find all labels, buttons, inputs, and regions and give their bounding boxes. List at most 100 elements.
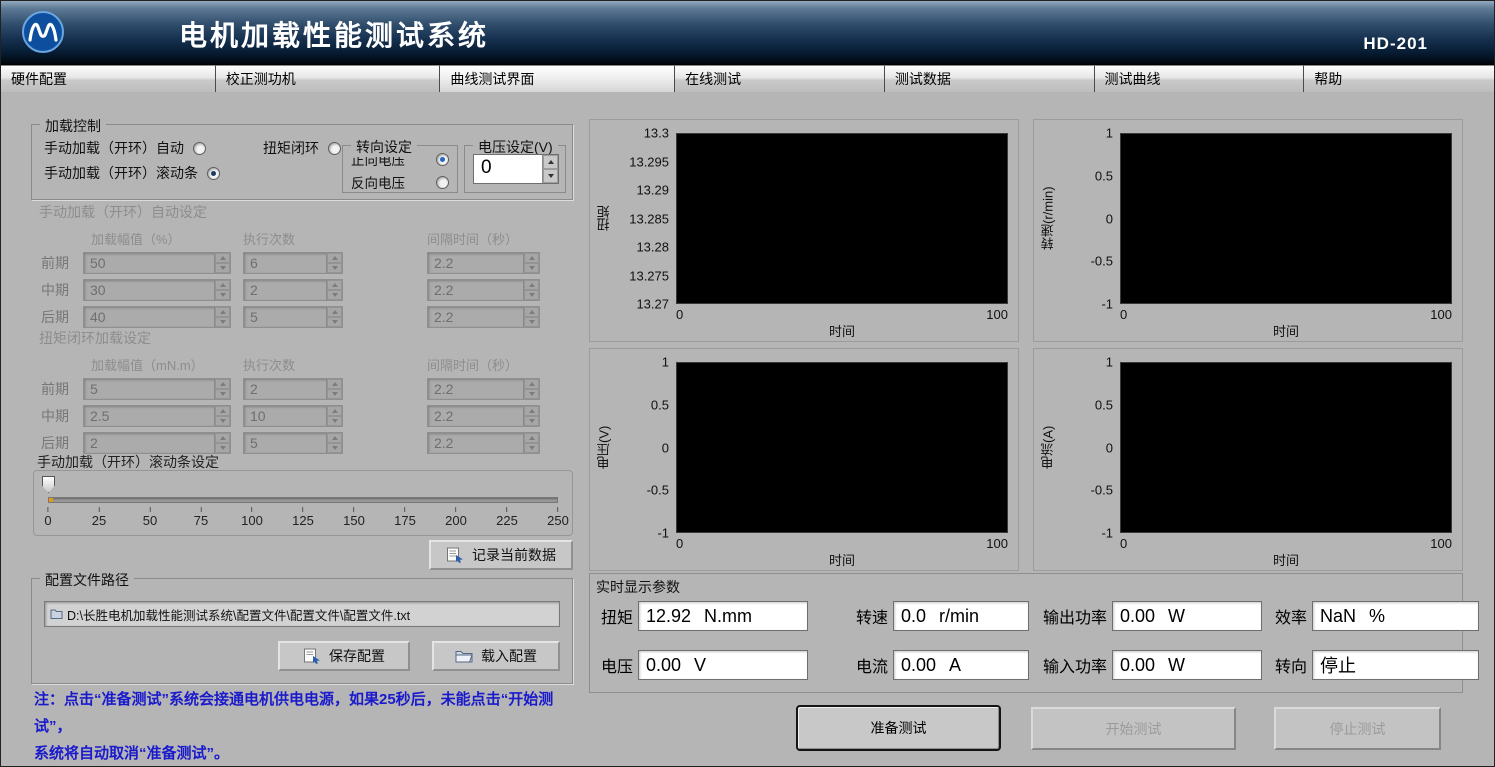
realtime-row: 电压 0.00V 电流 0.00A 输入功率 0.00W 转向 停止 (597, 650, 1479, 680)
record-data-icon (446, 547, 464, 563)
interval-field: 2.2 (427, 405, 540, 427)
radio-manual-auto[interactable]: 手动加载（开环）自动 (44, 138, 206, 158)
record-data-button[interactable]: 记录当前数据 (429, 540, 573, 570)
y-axis-label: 电压(V) (592, 362, 616, 533)
config-path-group: 配置文件路径 D:\长胜电机加载性能测试系统\配置文件\配置文件\配置文件.tx… (31, 578, 573, 684)
tab-test-data[interactable]: 测试数据 (885, 65, 1095, 92)
field-value-box: 0.00V (638, 650, 808, 680)
x-axis-ticks: 0100 (1120, 304, 1452, 321)
spinner-icon (326, 433, 342, 453)
x-axis-ticks: 0100 (676, 304, 1008, 321)
control-panel: 加载控制 手动加载（开环）自动 手动加载（开环）滚动条 扭矩闭环 转向设定 正向… (31, 116, 576, 764)
field-speed: 转速 0.0r/min (852, 601, 1029, 631)
note-line-1: 注：点击“准备测试”系统会接通电机供电电源，如果25秒后，未能点击“开始测试”， (34, 686, 576, 740)
spinner-icon (214, 307, 230, 327)
radio-label: 手动加载（开环）滚动条 (44, 163, 198, 183)
radio-manual-slider[interactable]: 手动加载（开环）滚动条 (44, 163, 220, 183)
x-axis-ticks: 0100 (1120, 533, 1452, 550)
field-output-power: 输出功率 0.00W (1043, 601, 1262, 631)
y-axis-ticks: 10.50-0.5-1 (616, 362, 676, 533)
y-axis-ticks: 13.313.29513.2913.28513.2813.27513.27 (616, 133, 676, 304)
spinner-icon (214, 379, 230, 399)
note-text: 注：点击“准备测试”系统会接通电机供电电源，如果25秒后，未能点击“开始测试”，… (34, 686, 576, 767)
radio-circle-icon[interactable] (436, 176, 449, 189)
field-label: 转速 (852, 604, 893, 628)
field-label: 输出功率 (1043, 604, 1112, 628)
amplitude-field: 40 (83, 306, 231, 328)
radio-circle-icon[interactable] (207, 167, 220, 180)
spinner-icon (523, 253, 539, 273)
voltage-value[interactable]: 0 (474, 155, 542, 183)
spinner-icon (326, 379, 342, 399)
radio-circle-icon[interactable] (436, 153, 449, 166)
radio-torque-loop[interactable]: 扭矩闭环 (263, 138, 341, 158)
prepare-test-button[interactable]: 准备测试 (796, 705, 1001, 751)
row-label: 前期 (31, 379, 83, 399)
tab-hardware-config[interactable]: 硬件配置 (1, 65, 216, 92)
x-axis-ticks: 0100 (676, 533, 1008, 550)
voltage-input[interactable]: 0 (473, 154, 559, 184)
field-value-box: 0.0r/min (893, 601, 1029, 631)
load-control-group: 加载控制 手动加载（开环）自动 手动加载（开环）滚动条 扭矩闭环 转向设定 正向… (31, 124, 573, 200)
spinner-icon (326, 406, 342, 426)
row-label: 后期 (31, 307, 83, 327)
radio-circle-icon[interactable] (193, 142, 206, 155)
spinner-icon (326, 280, 342, 300)
spinner-icon (326, 307, 342, 327)
field-value-box: 0.00A (893, 650, 1029, 680)
spinner-icon (523, 433, 539, 453)
tab-help[interactable]: 帮助 (1304, 65, 1494, 92)
radio-reverse-voltage[interactable]: 反向电压 (343, 169, 457, 192)
row-label: 中期 (31, 406, 83, 426)
tab-bar: 硬件配置 校正测功机 曲线测试界面 在线测试 测试数据 测试曲线 帮助 (1, 65, 1494, 92)
slider-fill (49, 498, 53, 502)
button-label: 保存配置 (329, 646, 385, 666)
spinner-icon (523, 280, 539, 300)
interval-field: 2.2 (427, 306, 540, 328)
x-axis-label: 时间 (676, 550, 1008, 568)
slider-track[interactable] (48, 497, 558, 503)
group-title: 转向设定 (351, 137, 417, 157)
field-efficiency: 效率 NaN% (1269, 601, 1479, 631)
row-label: 后期 (31, 433, 83, 453)
direction-group: 转向设定 正向电压 反向电压 (342, 145, 458, 193)
tab-online-test[interactable]: 在线测试 (675, 65, 885, 92)
y-axis-ticks: 10.50-0.5-1 (1060, 362, 1120, 533)
amplitude-field: 2 (83, 432, 231, 454)
interval-field: 2.2 (427, 432, 540, 454)
y-axis-label: 扭矩 (592, 133, 616, 304)
chart-torque: 扭矩 13.313.29513.2913.28513.2813.27513.27… (589, 119, 1019, 342)
tab-curve-test[interactable]: 曲线测试界面 (440, 65, 675, 92)
group-title: 扭矩闭环加载设定 (31, 328, 576, 348)
field-label: 输入功率 (1043, 653, 1112, 677)
load-slider-group: 0255075100125150175200225250 (33, 470, 573, 536)
tab-test-curves[interactable]: 测试曲线 (1095, 65, 1305, 92)
field-value-box: 12.92N.mm (638, 601, 808, 631)
y-axis-label: 电流(A) (1036, 362, 1060, 533)
radio-circle-icon[interactable] (328, 142, 341, 155)
amplitude-field: 2.5 (83, 405, 231, 427)
field-value-box: NaN% (1312, 601, 1479, 631)
config-path-field[interactable]: D:\长胜电机加载性能测试系统\配置文件\配置文件\配置文件.txt (44, 601, 560, 627)
x-axis-label: 时间 (1120, 550, 1452, 568)
slider-thumb[interactable] (42, 476, 55, 493)
model-number: HD-201 (1363, 34, 1428, 54)
group-title: 配置文件路径 (40, 570, 134, 590)
save-config-button[interactable]: 保存配置 (278, 641, 410, 671)
group-title: 加载控制 (40, 116, 106, 136)
count-field: 5 (243, 432, 343, 454)
table-row: 中期 2.5 10 2.2 (31, 405, 576, 427)
tab-calibrate-dyno[interactable]: 校正测功机 (216, 65, 441, 92)
field-torque: 扭矩 12.92N.mm (597, 601, 808, 631)
plot-area (1120, 362, 1452, 533)
spinner-icon (523, 307, 539, 327)
load-config-button[interactable]: 载入配置 (432, 641, 560, 671)
amplitude-field: 30 (83, 279, 231, 301)
radio-label: 反向电压 (351, 172, 405, 192)
path-icon (45, 608, 67, 620)
spinner-icon[interactable] (542, 155, 558, 183)
count-field: 6 (243, 252, 343, 274)
voltage-set-group: 电压设定(V) 0 (464, 145, 566, 193)
field-direction: 转向 停止 (1269, 650, 1479, 680)
field-label: 电流 (852, 653, 893, 677)
